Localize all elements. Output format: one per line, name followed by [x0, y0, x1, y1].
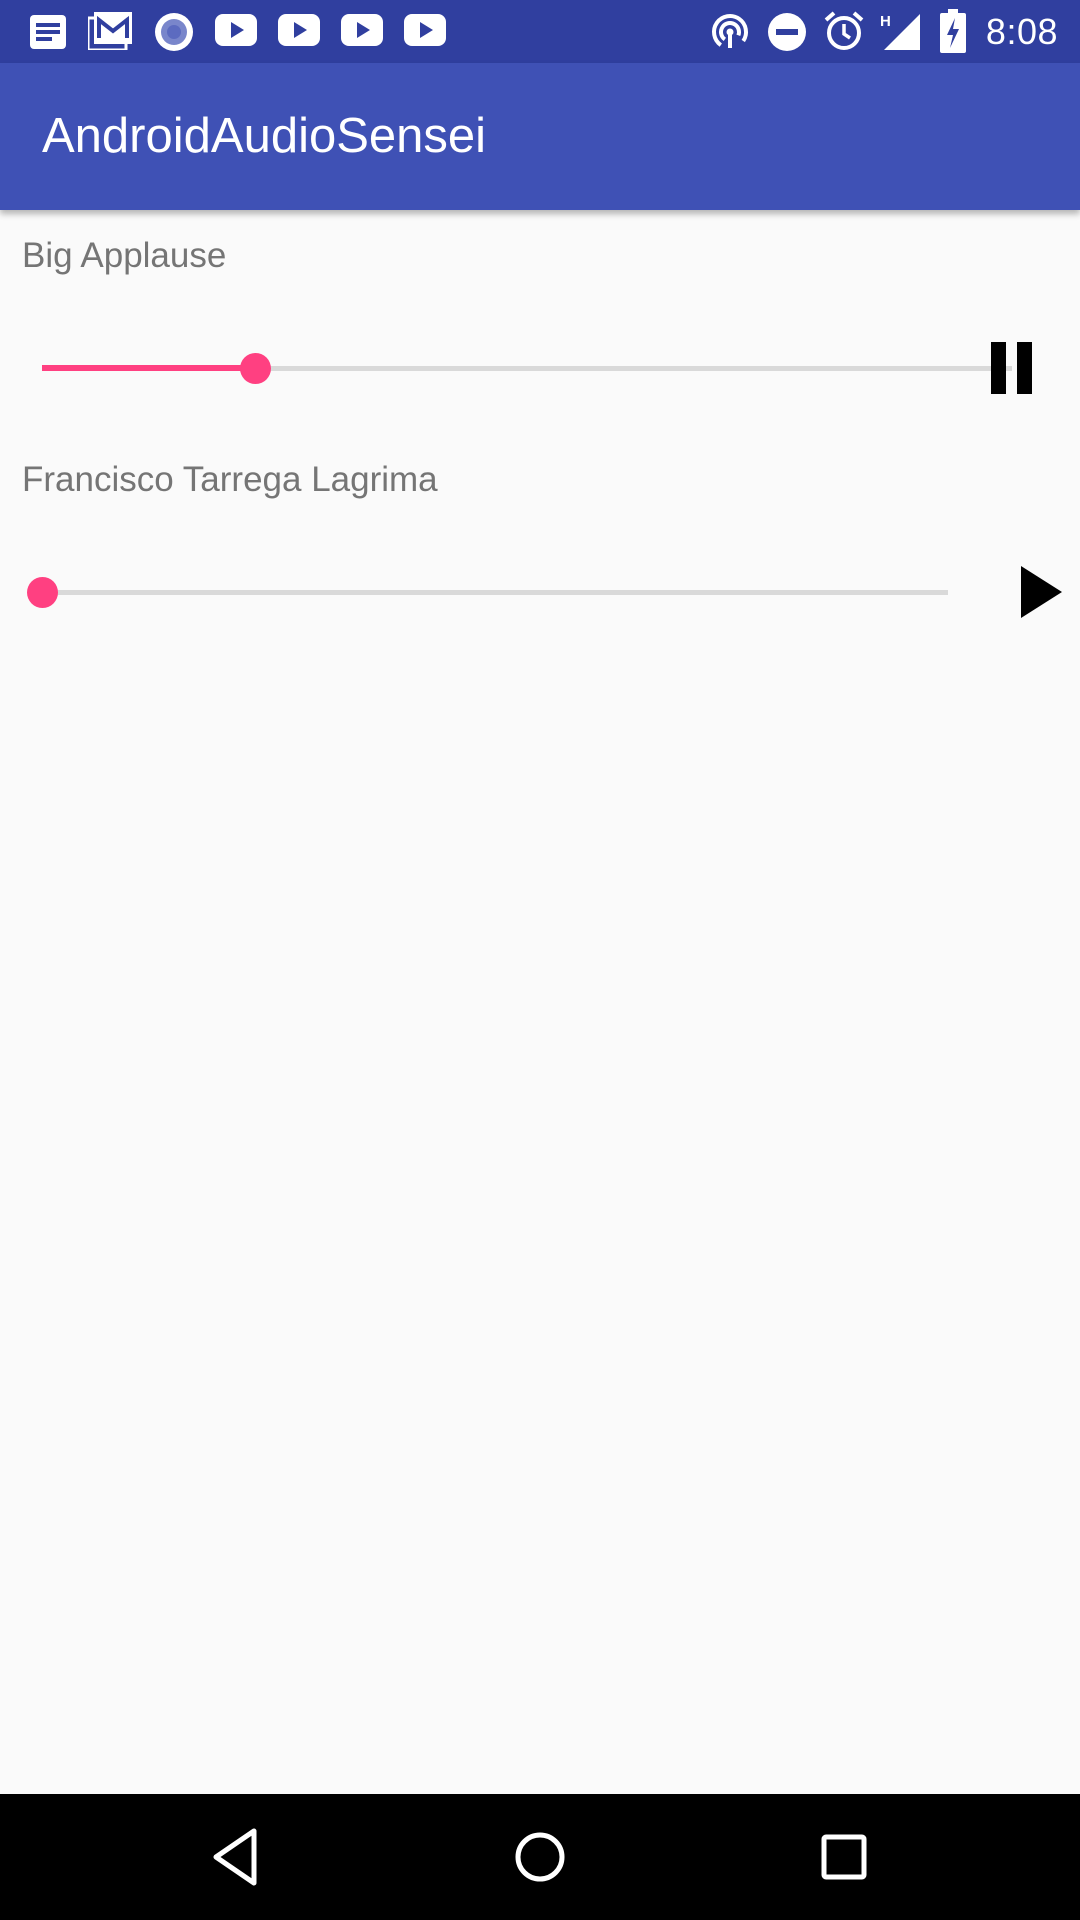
status-bar: H 8:08: [0, 0, 1080, 63]
app-title: AndroidAudioSensei: [42, 109, 487, 163]
seekbar-thumb[interactable]: [240, 353, 271, 384]
pause-icon: [991, 342, 1032, 394]
recents-icon: [821, 1834, 867, 1880]
signal-h-icon: H: [880, 13, 920, 50]
youtube-icon: [404, 14, 446, 46]
home-icon: [515, 1832, 565, 1882]
home-button[interactable]: [504, 1821, 576, 1893]
track-title: Francisco Tarrega Lagrima: [22, 460, 438, 499]
back-icon: [213, 1828, 257, 1886]
play-icon: [1021, 566, 1062, 618]
do-not-disturb-icon: [768, 13, 806, 51]
seekbar-progress: [42, 365, 255, 371]
notes-icon: [30, 15, 66, 49]
battery-charging-icon: [940, 9, 966, 53]
youtube-icon: [341, 14, 383, 46]
track-seekbar[interactable]: [27, 562, 948, 622]
seekbar-thumb[interactable]: [27, 577, 58, 608]
alarm-icon: [824, 11, 864, 50]
network-type-label: H: [880, 13, 891, 30]
hotspot-icon: [712, 14, 748, 50]
status-time: 8:08: [985, 11, 1058, 52]
track-seekbar[interactable]: [42, 338, 1012, 398]
back-button[interactable]: [200, 1821, 272, 1893]
track-title: Big Applause: [22, 236, 227, 275]
nav-bar: [0, 1794, 1080, 1920]
play-button[interactable]: [1000, 552, 1080, 632]
youtube-icon: [215, 14, 257, 46]
circle-app-icon: [155, 13, 193, 51]
app-bar: AndroidAudioSensei: [0, 63, 1080, 210]
gmail-icon: [88, 12, 132, 50]
seekbar-rail: [42, 590, 948, 595]
pause-button[interactable]: [974, 328, 1054, 408]
youtube-icon: [278, 14, 320, 46]
recents-button[interactable]: [808, 1821, 880, 1893]
